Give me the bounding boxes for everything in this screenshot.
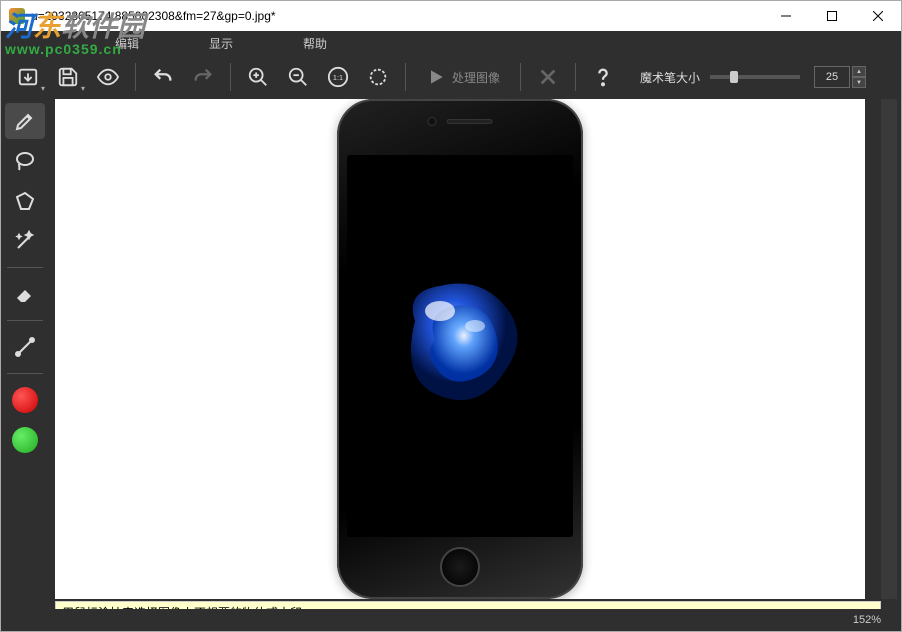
- main-area: 用鼠标涂抹来选择图像上不想要的物体或水印。: [1, 99, 901, 609]
- app-icon: [9, 8, 25, 24]
- hint-bar: 用鼠标涂抹来选择图像上不想要的物体或水印。: [55, 601, 881, 609]
- phone-wallpaper: [385, 271, 535, 421]
- minimize-button[interactable]: [763, 1, 809, 31]
- eraser-tool[interactable]: [5, 276, 45, 312]
- red-marker-tool[interactable]: [5, 382, 45, 418]
- polygon-tool[interactable]: [5, 183, 45, 219]
- separator: [7, 373, 43, 374]
- separator: [7, 320, 43, 321]
- undo-button[interactable]: [144, 59, 182, 95]
- svg-text:1:1: 1:1: [333, 73, 343, 82]
- separator: [230, 63, 231, 91]
- lasso-tool[interactable]: [5, 143, 45, 179]
- close-button[interactable]: [855, 1, 901, 31]
- titlebar: u=2932865174,885002308&fm=27&gp=0.jpg*: [1, 1, 901, 31]
- canvas[interactable]: [55, 99, 865, 599]
- toolbar-top: ▾ ▾ 1:1 处理图像: [1, 55, 901, 99]
- magic-wand-tool[interactable]: [5, 223, 45, 259]
- phone-home-button-icon: [440, 547, 480, 587]
- brush-size-input[interactable]: [814, 66, 850, 88]
- red-circle-icon: [12, 387, 38, 413]
- process-image-label: 处理图像: [452, 69, 500, 86]
- phone-earpiece-icon: [447, 119, 493, 124]
- green-marker-tool[interactable]: [5, 422, 45, 458]
- zoom-level: 152%: [853, 614, 881, 626]
- statusbar: 152%: [1, 609, 901, 631]
- dropdown-arrow-icon: ▾: [81, 84, 85, 93]
- marker-tool[interactable]: [5, 103, 45, 139]
- separator: [135, 63, 136, 91]
- brush-size-slider[interactable]: [710, 75, 800, 79]
- menu-display[interactable]: 显示: [209, 35, 233, 52]
- separator: [405, 63, 406, 91]
- brush-size-label: 魔术笔大小: [640, 69, 700, 86]
- image-content-phone: [337, 99, 583, 599]
- save-button[interactable]: ▾: [49, 59, 87, 95]
- zoom-fit-button[interactable]: [359, 59, 397, 95]
- separator: [7, 267, 43, 268]
- window-title: u=2932865174,885002308&fm=27&gp=0.jpg*: [31, 9, 763, 23]
- dropdown-arrow-icon: ▾: [41, 84, 45, 93]
- brush-size-up[interactable]: ▲: [852, 66, 866, 77]
- help-button[interactable]: [584, 59, 622, 95]
- phone-camera-icon: [428, 117, 437, 126]
- line-tool[interactable]: [5, 329, 45, 365]
- maximize-button[interactable]: [809, 1, 855, 31]
- toolbar-side: [1, 99, 49, 609]
- zoom-actual-button[interactable]: 1:1: [319, 59, 357, 95]
- app-window: 河东软件园 www.pc0359.cn u=2932865174,8850023…: [0, 0, 902, 632]
- phone-screen: [347, 155, 573, 537]
- separator: [575, 63, 576, 91]
- brush-size-down[interactable]: ▼: [852, 77, 866, 88]
- open-button[interactable]: ▾: [9, 59, 47, 95]
- preview-button[interactable]: [89, 59, 127, 95]
- redo-button[interactable]: [184, 59, 222, 95]
- green-circle-icon: [12, 427, 38, 453]
- canvas-container: 用鼠标涂抹来选择图像上不想要的物体或水印。: [49, 99, 901, 609]
- menu-help[interactable]: 帮助: [303, 35, 327, 52]
- scrollbar-vertical[interactable]: [881, 99, 897, 599]
- zoom-out-button[interactable]: [279, 59, 317, 95]
- zoom-in-button[interactable]: [239, 59, 277, 95]
- menu-edit[interactable]: 编辑: [115, 35, 139, 52]
- menubar: 文件 编辑 显示 帮助: [1, 31, 901, 55]
- separator: [520, 63, 521, 91]
- process-image-button[interactable]: 处理图像: [414, 59, 512, 95]
- cancel-button[interactable]: [529, 59, 567, 95]
